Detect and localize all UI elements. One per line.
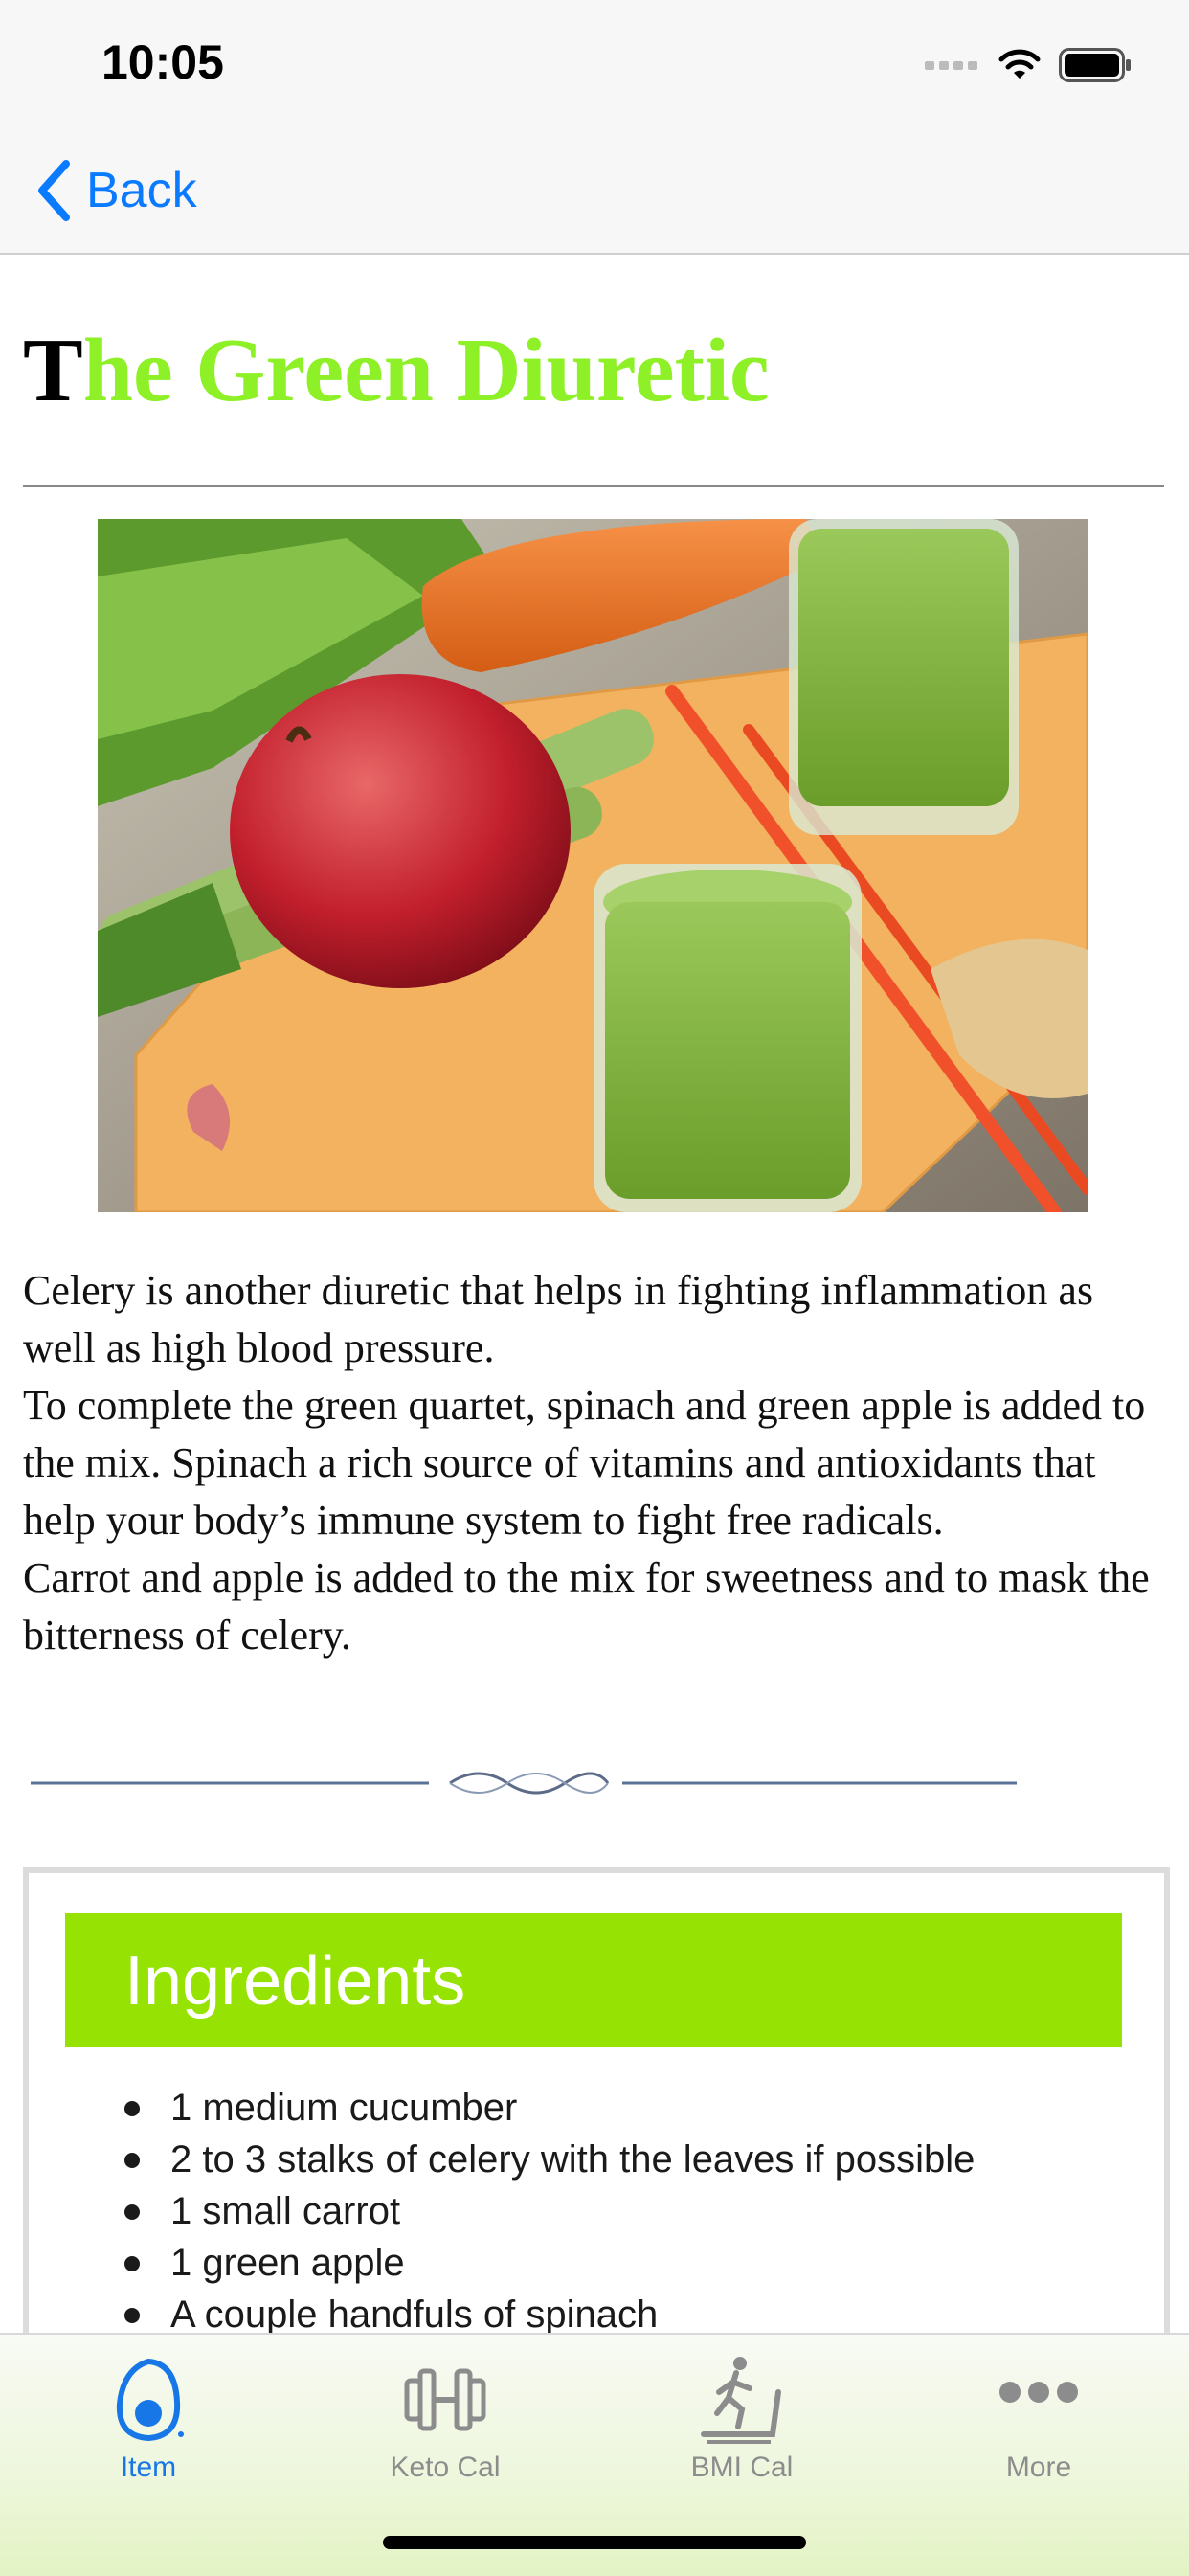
status-icons	[925, 46, 1132, 84]
tab-label: BMI Cal	[690, 2452, 794, 2483]
tab-more[interactable]: More	[890, 2354, 1187, 2497]
status-time: 10:05	[101, 35, 224, 89]
avocado-icon	[116, 2358, 184, 2442]
list-item: 1 small carrot	[123, 2185, 975, 2237]
treadmill-icon	[701, 2357, 781, 2444]
navigation-bar: Back	[0, 134, 1189, 255]
paragraph: Celery is another diuretic that helps in…	[23, 1267, 1094, 1371]
tab-label: More	[1005, 2452, 1072, 2483]
title-rest: he Green Diuretic	[82, 321, 770, 420]
dumbbell-icon	[404, 2368, 486, 2431]
paragraph: Carrot and apple is added to the mix for…	[23, 1554, 1150, 1659]
battery-icon	[1059, 48, 1131, 82]
list-item: A couple handfuls of spinach	[123, 2289, 975, 2333]
title-divider	[23, 485, 1164, 487]
tab-label: Keto Cal	[390, 2452, 501, 2483]
status-bar: 10:05	[0, 0, 1189, 134]
article-title: The Green Diuretic	[23, 318, 770, 423]
home-indicator	[383, 2536, 806, 2549]
tab-bmi-cal[interactable]: BMI Cal	[594, 2354, 890, 2497]
ornamental-divider	[31, 1772, 1017, 1795]
tab-keto-cal[interactable]: Keto Cal	[297, 2354, 594, 2497]
ingredients-header: Ingredients	[65, 1913, 1122, 2047]
paragraph: To complete the green quartet, spinach a…	[23, 1382, 1146, 1544]
ingredients-card: Ingredients 1 medium cucumber 2 to 3 sta…	[23, 1867, 1170, 2333]
ingredients-title: Ingredients	[124, 1943, 466, 2020]
wifi-icon	[998, 49, 1041, 79]
back-label: Back	[86, 163, 197, 218]
list-item: 2 to 3 stalks of celery with the leaves …	[123, 2134, 975, 2185]
tab-item[interactable]: Item	[0, 2354, 297, 2497]
ingredients-list: 1 medium cucumber 2 to 3 stalks of celer…	[123, 2082, 975, 2333]
article-content[interactable]: The Green Diuretic Celery is another diu…	[0, 255, 1189, 2333]
chevron-left-icon	[38, 160, 70, 221]
article-body: Celery is another diuretic that helps in…	[23, 1262, 1162, 1664]
back-button[interactable]: Back	[34, 157, 197, 224]
title-first-letter: T	[23, 321, 83, 420]
tab-label: Item	[120, 2452, 177, 2483]
list-item: 1 green apple	[123, 2237, 975, 2289]
cellular-signal-icon	[925, 61, 977, 70]
list-item: 1 medium cucumber	[123, 2082, 975, 2134]
green-juice-photo	[98, 519, 1088, 1212]
more-icon	[999, 2382, 1078, 2403]
